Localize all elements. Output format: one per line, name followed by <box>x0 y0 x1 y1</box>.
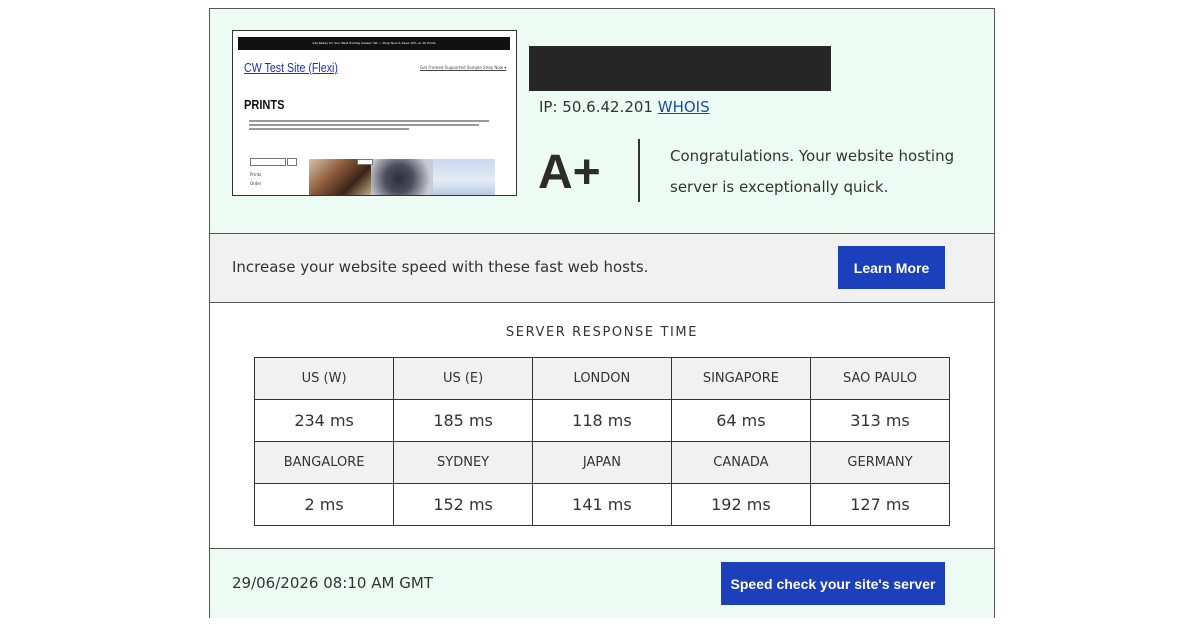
time-cell: 2 ms <box>253 483 395 526</box>
thumbnail-menu-item: Order <box>250 181 262 186</box>
table-row: 234 ms 185 ms 118 ms 64 ms 313 ms <box>253 399 951 442</box>
time-cell: 192 ms <box>670 483 811 526</box>
location-cell: BANGALORE <box>253 441 395 484</box>
grade-message: Congratulations. Your website hosting se… <box>670 147 955 196</box>
speed-test-result-card: Get Ready for Your Best Holiday Season Y… <box>209 8 995 618</box>
result-footer: 29/06/2026 08:10 AM GMT Speed check your… <box>210 548 994 618</box>
result-summary-panel: Get Ready for Your Best Holiday Season Y… <box>210 9 994 234</box>
table-row: US (W) US (E) LONDON SINGAPORE SAO PAULO <box>253 357 951 400</box>
location-cell: SINGAPORE <box>670 357 811 400</box>
table-row: BANGALORE SYDNEY JAPAN CANADA GERMANY <box>253 441 951 484</box>
location-cell: SYDNEY <box>393 441 533 484</box>
whois-link[interactable]: WHOIS <box>658 98 710 116</box>
location-cell: GERMANY <box>809 441 951 484</box>
speed-grade: A+ <box>538 146 601 199</box>
thumbnail-body-text <box>249 120 494 132</box>
response-time-title: SERVER RESPONSE TIME <box>505 325 699 340</box>
location-cell: SAO PAULO <box>809 357 951 400</box>
search-icon <box>287 158 297 166</box>
thumbnail-site-title: CW Test Site (Flexi) <box>244 60 338 75</box>
response-time-table: US (W) US (E) LONDON SINGAPORE SAO PAULO… <box>253 357 951 526</box>
thumbnail-photo-dark <box>371 159 433 195</box>
thumbnail-heading: PRINTS <box>244 97 285 112</box>
ip-address-row: IP: 50.6.42.201 WHOIS <box>539 98 710 116</box>
location-cell: US (E) <box>393 357 533 400</box>
time-cell: 118 ms <box>531 399 672 442</box>
time-cell: 313 ms <box>809 399 951 442</box>
fast-hosts-promo: Increase your website speed with these f… <box>210 234 994 303</box>
ip-address: IP: 50.6.42.201 <box>539 98 653 116</box>
thumbnail-search-field <box>250 158 286 166</box>
grade-divider <box>638 139 640 202</box>
thumbnail-announcement-bar: Get Ready for Your Best Holiday Season Y… <box>238 37 510 50</box>
location-cell: US (W) <box>253 357 395 400</box>
time-cell: 64 ms <box>670 399 811 442</box>
table-row: 2 ms 152 ms 141 ms 192 ms 127 ms <box>253 483 951 526</box>
time-cell: 185 ms <box>393 399 533 442</box>
location-cell: CANADA <box>670 441 811 484</box>
site-screenshot-thumbnail: Get Ready for Your Best Holiday Season Y… <box>232 30 517 196</box>
thumbnail-button <box>357 159 373 165</box>
thumbnail-menu-item: Prints <box>250 172 262 177</box>
thumbnail-photo-sky <box>433 159 495 195</box>
location-cell: JAPAN <box>531 441 672 484</box>
time-cell: 152 ms <box>393 483 533 526</box>
time-cell: 141 ms <box>531 483 672 526</box>
learn-more-button[interactable]: Learn More <box>838 246 945 289</box>
time-cell: 127 ms <box>809 483 951 526</box>
thumbnail-nav: Get Framed Supported Sample Shop Now ▾ <box>420 65 507 70</box>
promo-text: Increase your website speed with these f… <box>232 258 649 276</box>
test-timestamp: 29/06/2026 08:10 AM GMT <box>232 574 433 592</box>
speed-check-button[interactable]: Speed check your site's server <box>721 562 945 605</box>
redacted-url-bar <box>529 46 831 91</box>
location-cell: LONDON <box>531 357 672 400</box>
time-cell: 234 ms <box>253 399 395 442</box>
